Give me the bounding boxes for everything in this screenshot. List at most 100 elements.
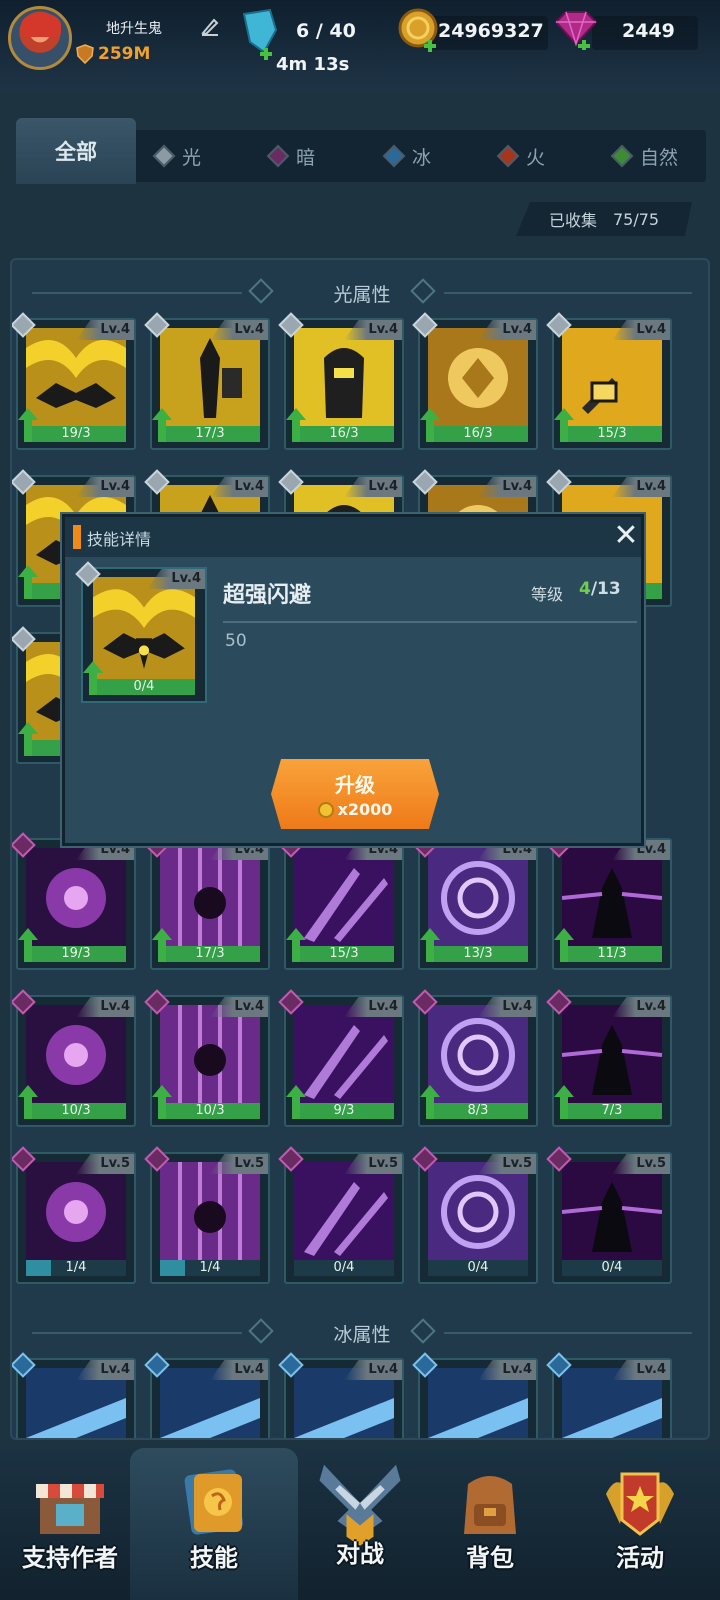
skill-card[interactable]: Lv.4 7/3 bbox=[546, 989, 672, 1127]
skill-card[interactable]: Lv.4 9/3 bbox=[278, 989, 404, 1127]
skill-art-icon bbox=[26, 848, 126, 948]
skill-card[interactable]: Lv.4 10/3 bbox=[144, 989, 270, 1127]
card-level: Lv.4 bbox=[612, 320, 670, 340]
energy-value: 6 / 40 bbox=[296, 20, 356, 42]
card-level: Lv.5 bbox=[76, 1154, 134, 1174]
skill-art-icon bbox=[428, 1162, 528, 1262]
tab-fire[interactable]: 火 bbox=[496, 130, 546, 182]
skill-card[interactable]: Lv.4 8/3 bbox=[412, 989, 538, 1127]
nav-battle[interactable]: 对战 bbox=[290, 1448, 430, 1600]
bottom-nav: 支持作者 技能 对战 背包 活动 bbox=[0, 1448, 720, 1600]
skill-art-icon bbox=[562, 1162, 662, 1262]
skill-art-icon bbox=[294, 1005, 394, 1105]
skill-art-icon bbox=[428, 1005, 528, 1105]
card-count: 1/4 bbox=[65, 1260, 87, 1275]
nav-support[interactable]: 支持作者 bbox=[0, 1448, 140, 1600]
skill-card[interactable]: Lv.4 bbox=[412, 1352, 538, 1438]
card-level: Lv.4 bbox=[612, 477, 670, 497]
avatar-hair bbox=[21, 13, 61, 37]
card-count: 17/3 bbox=[195, 946, 225, 961]
level-label: 等级 bbox=[531, 585, 564, 604]
tab-label: 冰 bbox=[412, 146, 432, 169]
player-avatar[interactable] bbox=[8, 6, 72, 70]
tab-dark[interactable]: 暗 bbox=[266, 130, 315, 182]
card-level: Lv.4 bbox=[76, 477, 134, 497]
skill-card[interactable]: Lv.4 10/3 bbox=[12, 989, 136, 1127]
skill-art-icon bbox=[428, 848, 528, 948]
skill-card[interactable]: Lv.4 17/3 bbox=[144, 832, 270, 970]
nav-label: 对战 bbox=[336, 1540, 384, 1568]
card-level: Lv.4 bbox=[76, 320, 134, 340]
card-count: 0/4 bbox=[133, 679, 155, 694]
coin-icon[interactable] bbox=[398, 8, 442, 52]
dark-diamond-icon bbox=[266, 144, 290, 168]
skill-description: 50 bbox=[225, 631, 247, 651]
card-count: 16/3 bbox=[329, 426, 359, 441]
upgrade-button[interactable]: 升级 x2000 bbox=[271, 759, 439, 829]
skill-card[interactable]: Lv.5 0/4 bbox=[278, 1146, 404, 1284]
collected-counter: 已收集 75/75 bbox=[516, 202, 692, 236]
skill-art-icon bbox=[160, 848, 260, 948]
card-count: 15/3 bbox=[597, 426, 627, 441]
card-count: 1/4 bbox=[199, 1260, 221, 1275]
skill-card[interactable]: Lv.4 19/3 bbox=[12, 312, 136, 450]
tab-all[interactable]: 全部 bbox=[16, 118, 136, 184]
skill-card[interactable]: Lv.5 1/4 bbox=[144, 1146, 270, 1284]
skill-book-icon bbox=[184, 1469, 243, 1535]
skill-card[interactable]: Lv.4 17/3 bbox=[144, 312, 270, 450]
skill-card[interactable]: Lv.4 19/3 bbox=[12, 832, 136, 970]
energy-crystal-icon[interactable] bbox=[240, 8, 280, 64]
tab-ice[interactable]: 冰 bbox=[382, 130, 432, 182]
card-level: Lv.4 bbox=[478, 1360, 536, 1380]
skill-card[interactable]: Lv.5 1/4 bbox=[12, 1146, 136, 1284]
skill-card[interactable]: Lv.4 bbox=[278, 1352, 404, 1438]
nav-events[interactable]: 活动 bbox=[570, 1448, 710, 1600]
gem-value: 2449 bbox=[622, 20, 675, 42]
tab-label: 火 bbox=[526, 146, 546, 169]
nav-skills[interactable]: 技能 bbox=[130, 1448, 298, 1600]
nav-backpack[interactable]: 背包 bbox=[420, 1448, 560, 1600]
skill-card[interactable]: Lv.4 13/3 bbox=[412, 832, 538, 970]
close-icon[interactable]: ✕ bbox=[611, 521, 641, 551]
skill-card[interactable]: Lv.4 15/3 bbox=[546, 312, 672, 450]
skill-card[interactable]: Lv.4 bbox=[546, 1352, 672, 1438]
skill-card[interactable]: Lv.4 11/3 bbox=[546, 832, 672, 970]
collected-value: 75/75 bbox=[612, 209, 660, 229]
skill-card[interactable]: Lv.4 bbox=[12, 1352, 136, 1438]
dialog-accent-bar bbox=[73, 525, 81, 549]
skill-card[interactable]: Lv.5 0/4 bbox=[546, 1146, 672, 1284]
card-count: 8/3 bbox=[467, 1103, 489, 1118]
card-count: 10/3 bbox=[61, 1103, 91, 1118]
ice-diamond-icon bbox=[382, 144, 406, 168]
power-shield-icon bbox=[76, 44, 94, 64]
skill-card[interactable]: Lv.4 16/3 bbox=[278, 312, 404, 450]
skill-art-icon bbox=[160, 1162, 260, 1262]
card-count: 9/3 bbox=[333, 1103, 355, 1118]
skill-card[interactable]: Lv.5 0/4 bbox=[412, 1146, 538, 1284]
section-divider bbox=[444, 292, 692, 294]
coin-icon bbox=[317, 801, 334, 818]
skill-art-icon bbox=[26, 328, 126, 428]
tab-light[interactable]: 光 bbox=[152, 130, 201, 182]
card-level: Lv.4 bbox=[478, 997, 536, 1017]
gem-icon[interactable] bbox=[552, 10, 600, 50]
edit-name-icon[interactable] bbox=[200, 16, 220, 36]
skill-card: Lv.4 0/4 bbox=[75, 561, 207, 703]
section-title: 光属性 bbox=[333, 284, 391, 306]
skill-card[interactable]: Lv.4 16/3 bbox=[412, 312, 538, 450]
dialog-divider bbox=[223, 621, 637, 623]
card-count: 17/3 bbox=[195, 426, 225, 441]
card-count: 7/3 bbox=[601, 1103, 623, 1118]
fire-diamond-icon bbox=[496, 144, 520, 168]
skill-list-panel[interactable]: 光属性 Lv.4 19/3 Lv.4 17/3 Lv.4 16/3 Lv.4 16/3 Lv.4… bbox=[10, 258, 710, 1440]
card-count: 11/3 bbox=[597, 946, 627, 961]
skill-card[interactable]: Lv.4 bbox=[144, 1352, 270, 1438]
level-value: 4/13 bbox=[579, 579, 621, 599]
card-level: Lv.4 bbox=[344, 477, 402, 497]
section-divider bbox=[32, 292, 242, 294]
tab-nature[interactable]: 自然 bbox=[610, 130, 678, 182]
upgrade-cost: x2000 bbox=[317, 800, 392, 819]
skill-card[interactable]: Lv.4 15/3 bbox=[278, 832, 404, 970]
event-badge-icon bbox=[606, 1472, 674, 1536]
card-count: 19/3 bbox=[61, 426, 91, 441]
